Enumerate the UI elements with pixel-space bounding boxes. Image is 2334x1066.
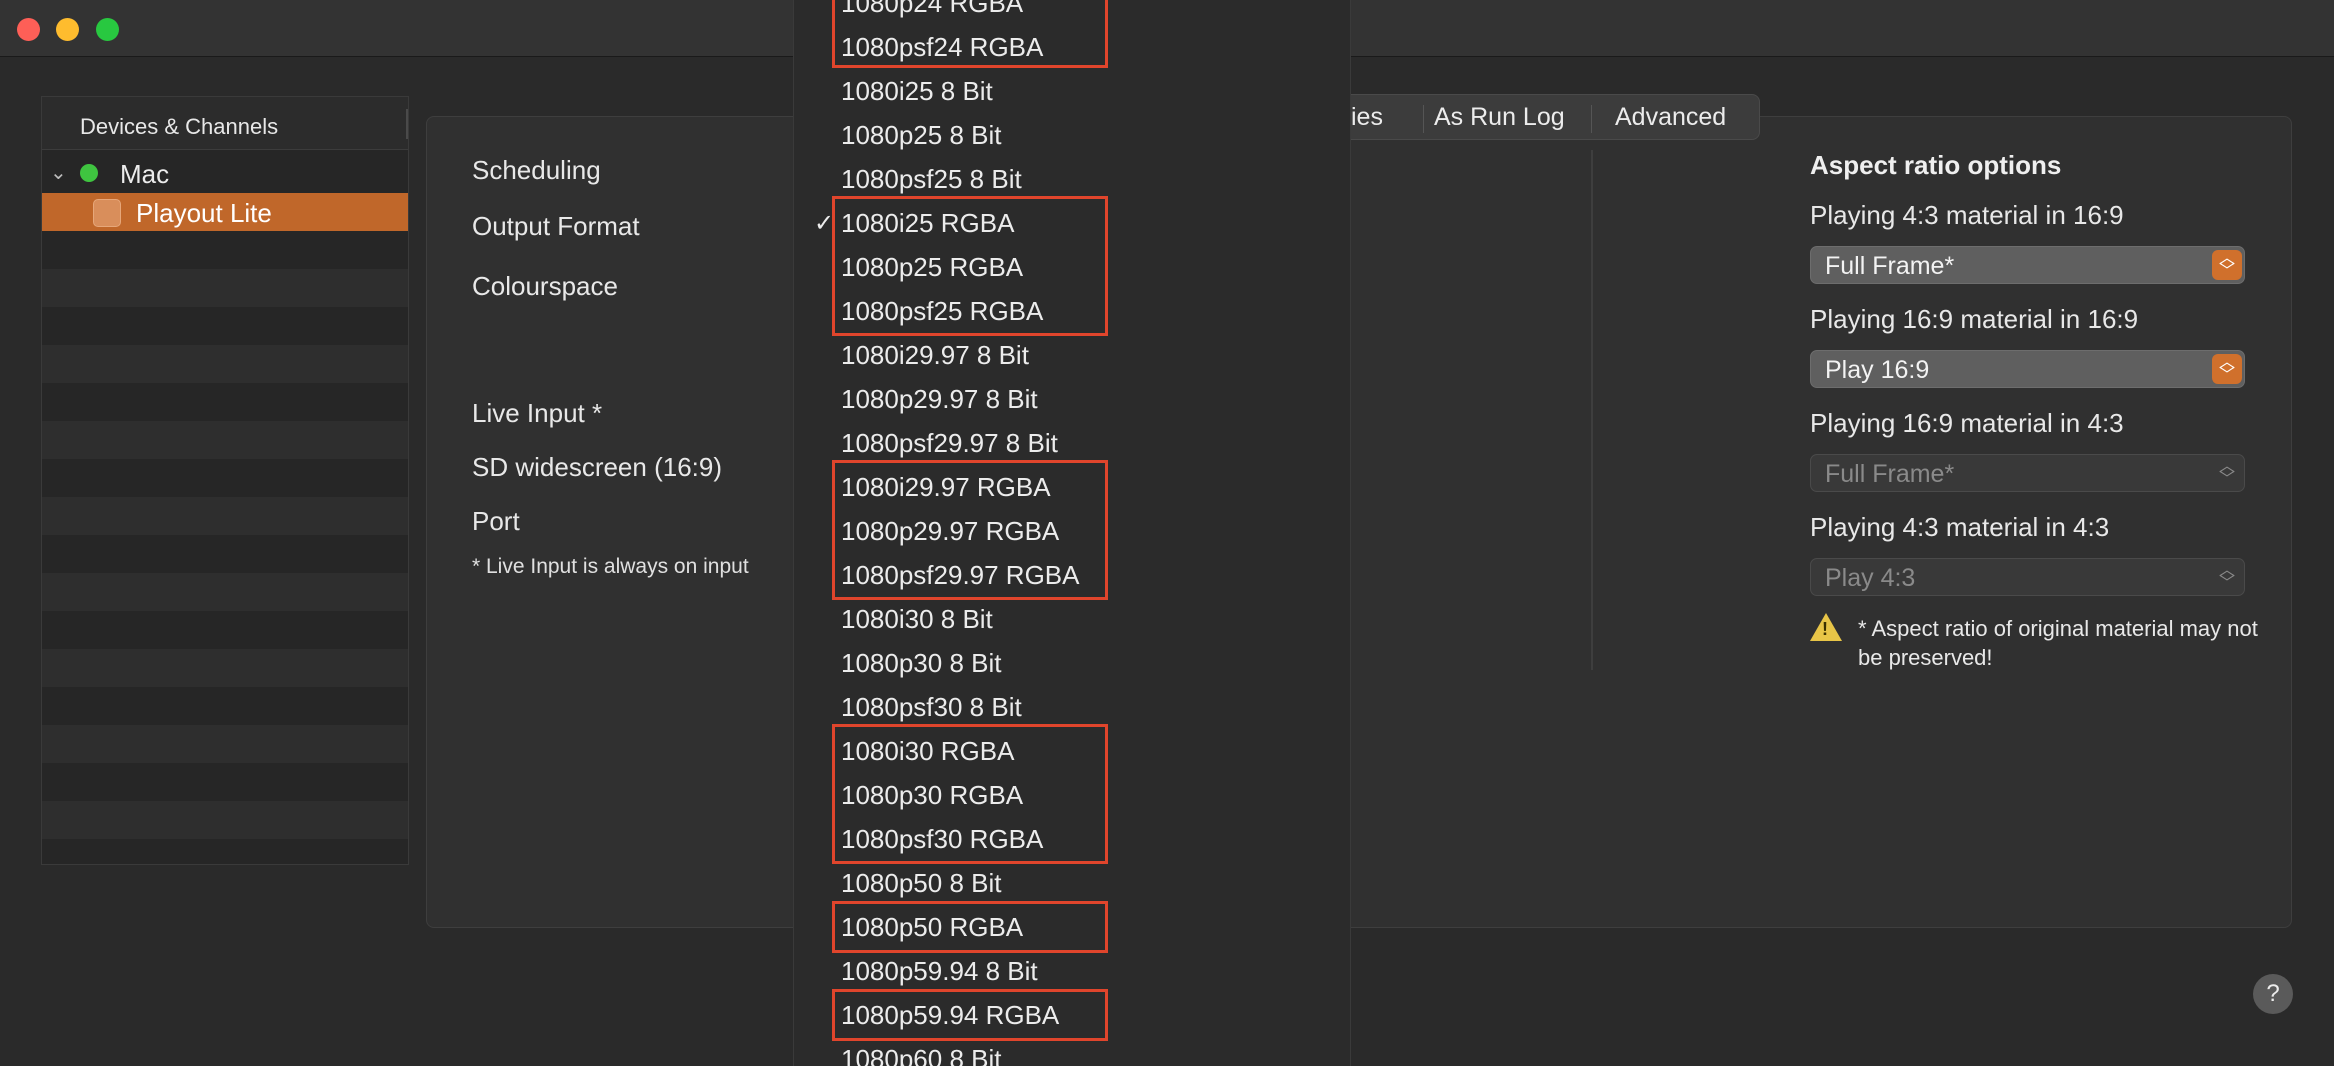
- tree-item-playout-lite[interactable]: Playout Lite: [42, 193, 408, 231]
- menu-item[interactable]: 1080i30 8 Bit: [841, 604, 993, 635]
- menu-item[interactable]: 1080p60 8 Bit: [841, 1044, 1001, 1066]
- aspect-select-43-in-169[interactable]: Full Frame* ︿ ﹀: [1810, 246, 2245, 284]
- warning-icon: !: [1810, 613, 1842, 641]
- aspect-label-43-in-43: Playing 4:3 material in 4:3: [1810, 512, 2110, 542]
- tab-as-run-log[interactable]: As Run Log: [1434, 103, 1565, 132]
- live-input-label: Live Input *: [472, 398, 603, 428]
- tab-divider: [1591, 105, 1592, 133]
- help-button[interactable]: ?: [2253, 974, 2293, 1014]
- tree-item-mac-label: Mac: [120, 159, 170, 189]
- aspect-label-43-in-169: Playing 4:3 material in 16:9: [1810, 200, 2124, 230]
- menu-item[interactable]: 1080i29.97 8 Bit: [841, 340, 1029, 371]
- minimize-window-button[interactable]: [56, 18, 79, 41]
- tab-properties[interactable]: ies: [1351, 103, 1383, 132]
- disclosure-chevron-icon[interactable]: ⌄: [50, 160, 67, 185]
- tab-advanced[interactable]: Advanced: [1615, 103, 1726, 132]
- aspect-select-43-in-43: Play 4:3 ︿ ﹀: [1810, 558, 2245, 596]
- colourspace-label: Colourspace: [472, 271, 618, 301]
- settings-tabs: ies As Run Log Advanced: [1296, 94, 1760, 140]
- tree-item-playout-lite-label: Playout Lite: [136, 198, 272, 228]
- highlight-box: [832, 0, 1108, 68]
- section-divider: [1591, 150, 1593, 670]
- select-value: Play 4:3: [1825, 564, 1916, 592]
- status-online-icon: [80, 164, 98, 182]
- menu-item[interactable]: 1080psf30 8 Bit: [841, 692, 1022, 723]
- menu-item[interactable]: 1080psf29.97 8 Bit: [841, 428, 1058, 459]
- menu-item[interactable]: 1080p59.94 8 Bit: [841, 956, 1038, 987]
- updown-chevron-icon: ︿ ﹀: [2218, 458, 2235, 488]
- zoom-window-button[interactable]: [96, 18, 119, 41]
- live-input-note: * Live Input is always on input: [472, 555, 749, 578]
- empty-row: [42, 497, 408, 535]
- channel-icon: [93, 199, 121, 227]
- output-format-label: Output Format: [472, 211, 640, 241]
- sidebar-header: Devices & Channels: [42, 97, 408, 150]
- aspect-select-169-in-169[interactable]: Play 16:9 ︿ ﹀: [1810, 350, 2245, 388]
- aspect-warning-text: * Aspect ratio of original material may …: [1858, 616, 2258, 670]
- tree-item-mac[interactable]: ⌄ Mac: [42, 153, 408, 191]
- scheduling-label: Scheduling: [472, 155, 601, 185]
- menu-item[interactable]: 1080p29.97 8 Bit: [841, 384, 1038, 415]
- aspect-select-169-in-43: Full Frame* ︿ ﹀: [1810, 454, 2245, 492]
- menu-item[interactable]: 1080p25 8 Bit: [841, 120, 1001, 151]
- updown-chevron-icon: ︿ ﹀: [2212, 250, 2242, 280]
- updown-chevron-icon: ︿ ﹀: [2212, 354, 2242, 384]
- aspect-label-169-in-169: Playing 16:9 material in 16:9: [1810, 304, 2139, 334]
- devices-sidebar: Devices & Channels ⌄ Mac Playout Lite: [41, 96, 409, 865]
- empty-row: [42, 345, 408, 383]
- empty-row: [42, 573, 408, 611]
- sd-widescreen-label: SD widescreen (16:9): [472, 452, 722, 482]
- output-format-menu: 1080p24 RGBA 1080psf24 RGBA 1080i25 8 Bi…: [793, 0, 1351, 1066]
- empty-row: [42, 269, 408, 307]
- menu-item[interactable]: 1080p50 8 Bit: [841, 868, 1001, 899]
- empty-row: [42, 649, 408, 687]
- close-window-button[interactable]: [17, 18, 40, 41]
- aspect-ratio-title: Aspect ratio options: [1810, 150, 2062, 180]
- highlight-box: [832, 460, 1108, 600]
- sidebar-header-title: Devices & Channels: [80, 114, 279, 139]
- empty-row: [42, 801, 408, 839]
- select-value: Play 16:9: [1825, 356, 1930, 384]
- highlight-box: [832, 901, 1108, 953]
- aspect-label-169-in-43: Playing 16:9 material in 4:3: [1810, 408, 2124, 438]
- column-resize-handle[interactable]: [406, 109, 408, 139]
- empty-row: [42, 725, 408, 763]
- highlight-box: [832, 989, 1108, 1041]
- tab-divider: [1423, 105, 1424, 133]
- select-value: Full Frame*: [1825, 252, 1955, 280]
- select-value: Full Frame*: [1825, 460, 1955, 488]
- highlight-box: [832, 724, 1108, 864]
- menu-item[interactable]: 1080i25 8 Bit: [841, 76, 993, 107]
- port-label: Port: [472, 506, 520, 536]
- app-window: Devices & Channels ⌄ Mac Playout Lite ie…: [0, 0, 2334, 1066]
- updown-chevron-icon: ︿ ﹀: [2218, 562, 2235, 592]
- menu-item[interactable]: 1080p30 8 Bit: [841, 648, 1001, 679]
- empty-row: [42, 421, 408, 459]
- highlight-box: [832, 196, 1108, 336]
- menu-item[interactable]: 1080psf25 8 Bit: [841, 164, 1022, 195]
